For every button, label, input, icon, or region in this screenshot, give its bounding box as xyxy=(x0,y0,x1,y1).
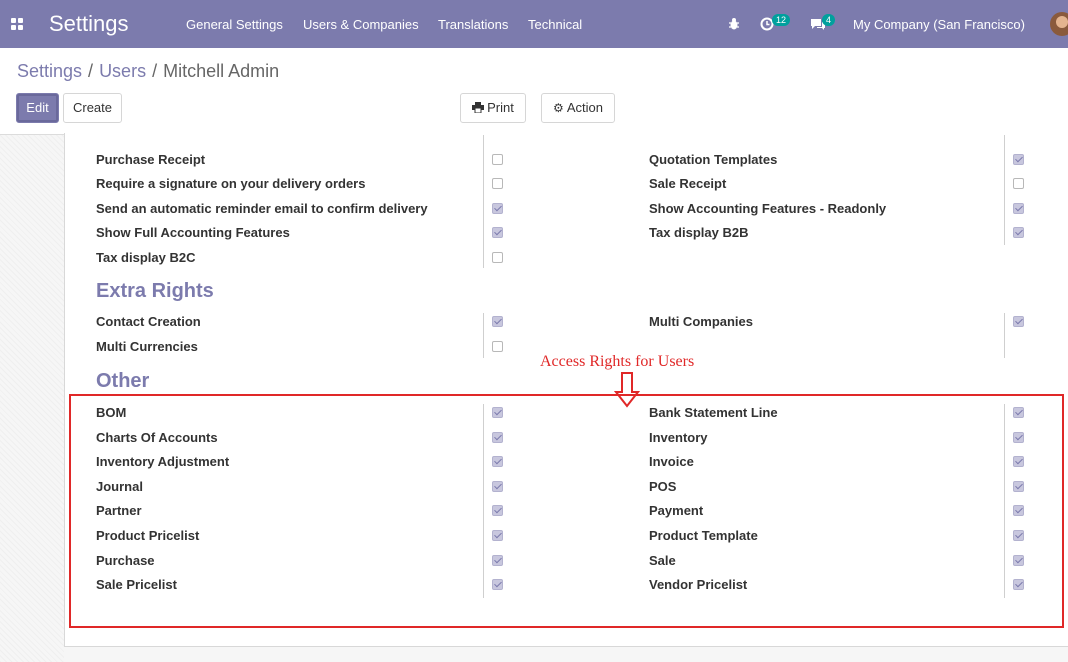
print-button[interactable]: Print xyxy=(460,93,526,123)
column-divider xyxy=(483,135,484,268)
print-icon xyxy=(472,102,485,114)
menu-translations[interactable]: Translations xyxy=(438,17,508,32)
bug-icon xyxy=(729,18,739,30)
top-right-row-label: Show Accounting Features - Readonly xyxy=(649,200,887,216)
top-right-row-checkbox[interactable] xyxy=(1013,178,1024,190)
activities-badge: 12 xyxy=(772,14,791,26)
top-right-row-checkbox[interactable] xyxy=(1013,202,1024,214)
background-pattern xyxy=(0,135,64,662)
menu-users-companies[interactable]: Users & Companies xyxy=(303,17,419,32)
extra-left-row-label: Contact Creation xyxy=(96,314,201,329)
gear-icon: ⚙ xyxy=(553,101,564,115)
column-divider xyxy=(483,313,484,358)
breadcrumb-settings[interactable]: Settings xyxy=(17,61,82,81)
section-title-other: Other xyxy=(96,370,150,392)
extra-right-row-checkbox[interactable] xyxy=(1013,316,1024,327)
top-left-row-checkbox[interactable] xyxy=(492,202,503,214)
breadcrumb-current: Mitchell Admin xyxy=(163,61,280,81)
top-right-row-checkbox[interactable] xyxy=(1013,153,1024,165)
top-left-row-label: Show Full Accounting Features xyxy=(96,225,290,241)
top-left-row-label: Send an automatic reminder email to conf… xyxy=(96,200,428,216)
top-left-row-label: Tax display B2C xyxy=(96,250,196,265)
extra-left-row-label: Multi Currencies xyxy=(96,338,198,354)
control-panel: Settings / Users / Mitchell Admin Edit Creat… xyxy=(0,48,1068,135)
annotation-highlight-box xyxy=(69,394,1064,628)
column-divider xyxy=(1004,313,1005,358)
top-left-row-checkbox[interactable] xyxy=(492,178,503,190)
top-left-row-checkbox[interactable] xyxy=(492,252,503,263)
action-button[interactable]: ⚙ Action xyxy=(541,93,615,123)
menu-general-settings[interactable]: General Settings xyxy=(186,17,283,32)
company-switcher[interactable]: My Company (San Francisco) xyxy=(853,17,1025,32)
menu-technical[interactable]: Technical xyxy=(528,17,582,32)
print-label: Print xyxy=(487,100,514,115)
top-left-row-checkbox[interactable] xyxy=(492,153,503,165)
top-left-row-label: Require a signature on your delivery ord… xyxy=(96,176,366,192)
breadcrumb-users[interactable]: Users xyxy=(99,61,146,81)
top-right-row-label: Quotation Templates xyxy=(649,151,778,167)
activities-button[interactable]: 12 xyxy=(760,0,791,48)
breadcrumb-separator: / xyxy=(152,61,158,81)
messages-badge: 4 xyxy=(822,14,836,26)
extra-left-row-checkbox[interactable] xyxy=(492,340,503,352)
extra-left-row-checkbox[interactable] xyxy=(492,316,503,327)
debug-button[interactable] xyxy=(728,0,742,48)
top-right-row-label: Tax display B2B xyxy=(649,225,749,241)
breadcrumb-separator: / xyxy=(88,61,94,81)
extra-right-row-label: Multi Companies xyxy=(649,314,754,329)
action-label: Action xyxy=(566,100,603,115)
top-left-row-checkbox[interactable] xyxy=(492,227,503,239)
section-title-extra-rights: Extra Rights xyxy=(96,280,214,302)
top-right-row-label: Sale Receipt xyxy=(649,176,727,192)
annotation-label: Access Rights for Users xyxy=(540,353,695,370)
top-right-row-checkbox[interactable] xyxy=(1013,227,1024,239)
apps-icon[interactable] xyxy=(11,18,23,30)
top-left-row-label: Purchase Receipt xyxy=(96,151,206,167)
create-button[interactable]: Create xyxy=(63,93,122,123)
app-title[interactable]: Settings xyxy=(49,11,129,37)
avatar[interactable] xyxy=(1050,12,1068,36)
edit-button[interactable]: Edit xyxy=(16,93,59,123)
column-divider xyxy=(1004,135,1005,245)
messages-button[interactable]: 4 xyxy=(810,0,840,48)
top-navbar: Settings General Settings Users & Compan… xyxy=(0,0,1068,48)
breadcrumb: Settings / Users / Mitchell Admin xyxy=(17,61,279,82)
